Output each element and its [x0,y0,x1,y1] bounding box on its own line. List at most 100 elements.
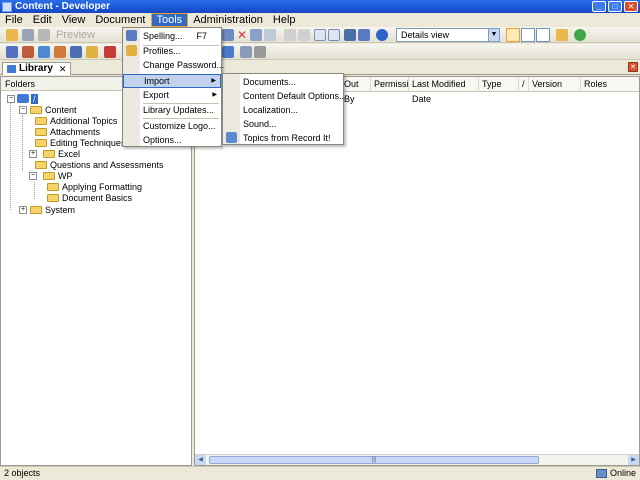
tree-item-applying-formatting[interactable]: Applying Formatting [47,181,142,192]
menu-item-customize-logo[interactable]: Customize Logo... [123,119,221,133]
collapse-icon[interactable]: − [7,94,15,103]
new-web-page-icon[interactable] [70,46,82,58]
new-question-icon[interactable] [104,46,116,58]
link-icon[interactable] [222,46,234,58]
chevron-down-icon[interactable]: ▼ [488,29,499,41]
tree-item-document-basics[interactable]: Document Basics [47,192,132,203]
layout-vertical-button[interactable] [536,28,550,42]
menu-item-spelling[interactable]: Spelling... F7 [123,29,221,43]
tree-item-wp[interactable]: − WP [29,170,73,181]
binoculars-icon[interactable] [344,29,356,41]
spellcheck-icon [126,30,137,41]
import-submenu: Documents... Content Default Options... … [222,73,347,145]
new-topic-icon[interactable] [54,46,66,58]
menu-file[interactable]: File [0,13,28,27]
tree-item-label: Applying Formatting [62,181,143,192]
column-header-permission[interactable]: Permission [371,77,419,92]
zoom-in-icon[interactable] [314,29,326,41]
expand-icon[interactable]: + [29,149,37,158]
find-icon[interactable] [264,29,276,41]
collapse-icon[interactable]: − [29,171,37,180]
tree-item-content[interactable]: − Content [19,104,77,115]
close-pane-icon[interactable]: ✕ [628,62,638,72]
folder-icon [35,116,47,125]
redo-icon[interactable] [298,29,310,41]
folder-icon [30,205,42,214]
menu-item-import[interactable]: Import ▶ [123,74,221,88]
refresh-icon[interactable] [574,29,586,41]
tab-library[interactable]: Library ✕ [2,62,72,75]
menu-help[interactable]: Help [268,13,301,27]
column-header-type[interactable]: Type [479,77,519,92]
column-header-version[interactable]: Version [529,77,581,92]
menu-administration[interactable]: Administration [188,13,268,27]
publish-icon[interactable] [240,46,252,58]
menu-item-localization[interactable]: Localization... [223,103,343,117]
expand-icon[interactable]: + [19,205,27,214]
menu-item-options[interactable]: Options... [123,133,221,147]
folder-icon [30,105,42,114]
title-bar: Content - Developer _ □ ✕ [0,0,640,13]
tree-item-label: Additional Topics [50,115,118,126]
scroll-right-icon[interactable]: ▶ [628,455,639,465]
scrollbar-thumb[interactable]: ||| [209,456,539,464]
print-icon[interactable] [38,29,50,41]
view-select[interactable]: Details view ▼ [396,28,500,42]
new-document-icon[interactable] [6,46,18,58]
library-root-icon [17,94,29,103]
close-button[interactable]: ✕ [624,1,638,12]
menu-item-documents[interactable]: Documents... [223,75,343,89]
menu-item-library-updates[interactable]: Library Updates... [123,103,221,117]
collapse-icon[interactable]: − [19,105,27,114]
tree-item-label: Attachments [50,126,101,137]
new-section-icon[interactable] [38,46,50,58]
menu-item-change-password[interactable]: Change Password... [123,58,224,72]
menu-document[interactable]: Document [90,13,150,27]
tree-item-excel[interactable]: + Excel [29,148,80,159]
column-header-out-by[interactable]: Out By [343,77,371,104]
column-header-roles[interactable]: Roles [581,77,639,92]
folder-up-icon[interactable] [556,29,568,41]
column-header-slash[interactable]: / [519,77,529,92]
copy-icon[interactable] [222,29,234,41]
new-module-icon[interactable] [22,46,34,58]
tree-item-system[interactable]: + System [19,204,75,215]
tree-item-questions-and-assessments[interactable]: Questions and Assessments [35,159,164,170]
layout-single-button[interactable] [506,28,520,42]
zoom-out-icon[interactable] [328,29,340,41]
new-package-icon[interactable] [86,46,98,58]
save-icon[interactable] [22,29,34,41]
tab-library-label: Library [19,63,53,74]
open-icon[interactable] [6,29,18,41]
lock-icon[interactable] [254,46,266,58]
menu-item-profiles[interactable]: Profiles... [123,44,221,58]
preview-button[interactable]: Preview [56,28,95,42]
library-icon [7,65,16,73]
folder-icon [47,193,59,202]
menu-tools[interactable]: Tools [150,13,189,27]
minimize-button[interactable]: _ [592,1,606,12]
horizontal-scrollbar[interactable]: ◀ ||| ▶ [195,454,639,465]
undo-icon[interactable] [284,29,296,41]
menu-item-export[interactable]: Export ▶ [123,88,221,102]
menu-item-content-default-options[interactable]: Content Default Options... [223,89,347,103]
tree-root[interactable]: − / [7,93,38,104]
maximize-button[interactable]: □ [608,1,622,12]
column-header-last-modified-date[interactable]: Last Modified Date [409,77,479,104]
folder-icon [47,182,59,191]
scroll-left-icon[interactable]: ◀ [195,455,206,465]
menu-item-sound[interactable]: Sound... [223,117,343,131]
spellcheck-icon[interactable] [358,29,370,41]
properties-icon[interactable] [250,29,262,41]
help-icon[interactable] [376,29,388,41]
tree-item-additional-topics[interactable]: Additional Topics [35,115,117,126]
status-bar: 2 objects Online [0,466,640,480]
tree-item-editing-techniques[interactable]: Editing Techniques [35,137,125,148]
close-tab-icon[interactable]: ✕ [59,63,67,75]
layout-horizontal-button[interactable] [521,28,535,42]
menu-item-topics-from-record-it[interactable]: Topics from Record It! [223,131,343,145]
delete-icon[interactable]: ✕ [236,29,248,41]
tree-item-attachments[interactable]: Attachments [35,126,100,137]
menu-edit[interactable]: Edit [28,13,57,27]
menu-view[interactable]: View [57,13,91,27]
